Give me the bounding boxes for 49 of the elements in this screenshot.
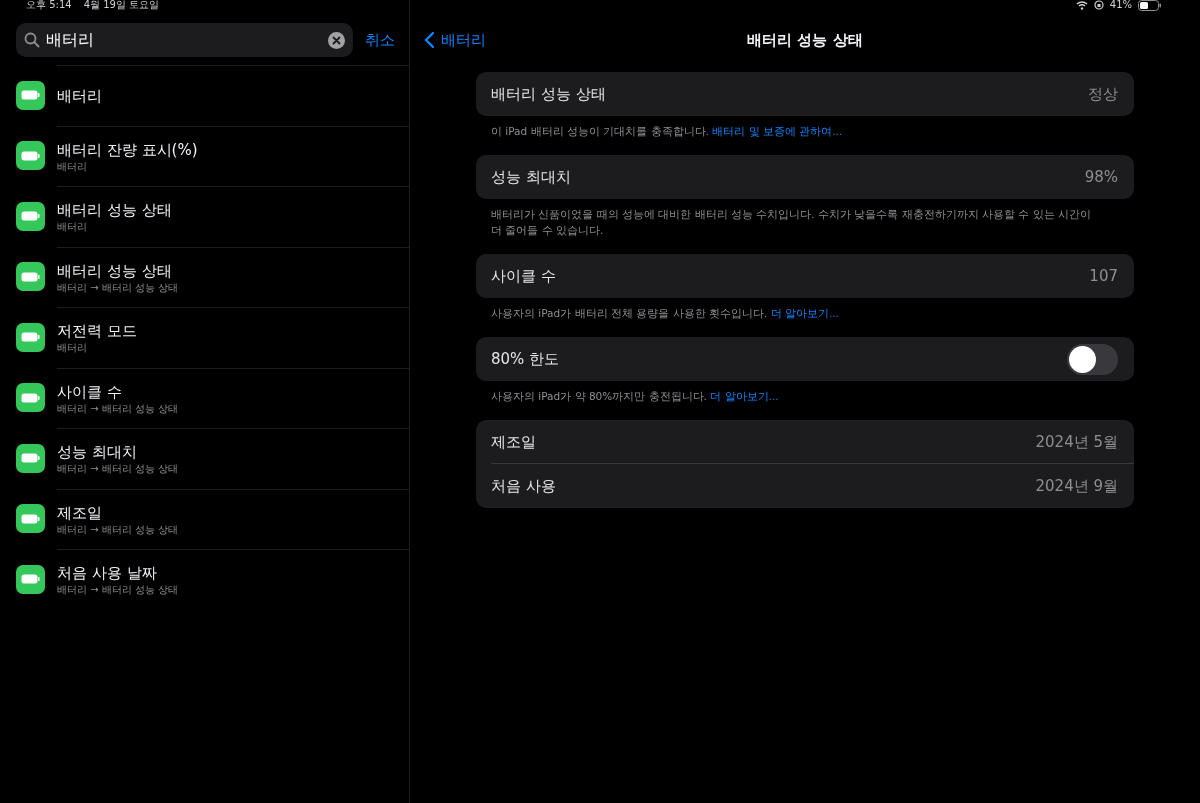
cancel-button[interactable]: 취소 — [365, 28, 395, 52]
row-label: 처음 사용 — [491, 475, 556, 497]
row-label: 사이클 수 — [491, 265, 556, 287]
battery-app-icon — [16, 564, 45, 594]
page-title: 배터리 성능 상태 — [747, 29, 863, 51]
wifi-icon — [1075, 0, 1088, 10]
battery-app-icon — [16, 141, 45, 171]
toggle-switch[interactable] — [1067, 343, 1118, 375]
learn-more-link[interactable]: 더 알아보기... — [710, 390, 779, 402]
search-result-item[interactable]: 성능 최대치 배터리 → 배터리 성능 상태 — [57, 428, 409, 489]
row-value: 2024년 9월 — [1035, 475, 1118, 497]
group-footer-text: 사용자의 iPad가 배터리 전체 용량을 사용한 횟수입니다. 더 알아보기... — [490, 306, 840, 321]
battery-percent: 41% — [1109, 0, 1132, 10]
status-date: 4월 19일 토요일 — [83, 0, 160, 10]
search-result-item[interactable]: 배터리 성능 상태 배터리 → 배터리 성능 상태 — [57, 246, 409, 307]
search-result-item[interactable]: 처음 사용 날짜 배터리 → 배터리 성능 상태 — [57, 549, 409, 610]
battery-app-icon — [16, 80, 45, 110]
battery-app-icon — [16, 322, 45, 352]
battery-app-icon — [16, 443, 45, 473]
search-field[interactable]: 배터리 — [16, 23, 353, 57]
battery-app-icon — [16, 201, 45, 231]
chevron-left-icon — [424, 31, 435, 49]
search-result-item[interactable]: 배터리 — [57, 65, 409, 126]
search-result-item[interactable]: 배터리 잔량 표시(%) 배터리 — [57, 125, 409, 186]
group-footer-text: 이 iPad 배터리 성능이 기대치를 충족합니다. 배터리 및 보증에 관하여... — [490, 124, 844, 139]
battery-app-icon — [16, 262, 45, 292]
search-result-item[interactable]: 사이클 수 배터리 → 배터리 성능 상태 — [57, 367, 409, 428]
battery-app-icon — [16, 383, 45, 413]
learn-more-link[interactable]: 더 알아보기... — [770, 307, 839, 319]
battery-icon — [1138, 0, 1162, 11]
search-result-item[interactable]: 배터리 성능 상태 배터리 — [57, 186, 409, 247]
row-label: 80% 한도 — [491, 348, 560, 370]
back-button[interactable]: 배터리 — [424, 28, 486, 52]
search-result-item[interactable]: 제조일 배터리 → 배터리 성능 상태 — [57, 488, 409, 549]
status-time: 오후 5:14 — [26, 0, 72, 10]
search-icon — [24, 32, 40, 48]
search-result-item[interactable]: 저전력 모드 배터리 — [57, 307, 409, 368]
row-value: 98% — [1084, 166, 1118, 188]
clear-icon[interactable] — [328, 31, 345, 49]
row-value: 107 — [1089, 265, 1118, 287]
group-footer-text: 배터리가 신품이었을 때의 성능에 대비한 배터리 성능 수치입니다. 수치가 낮을수록 재충전하기까지 사용할 수 있는 시간이 더 줄어들 수 있습니다. — [490, 207, 1093, 238]
row-label: 제조일 — [491, 431, 536, 453]
row-value: 2024년 5월 — [1035, 431, 1118, 453]
learn-more-link[interactable]: 배터리 및 보증에 관하여... — [712, 125, 843, 137]
row-label: 배터리 성능 상태 — [491, 83, 606, 105]
row-value: 정상 — [1088, 83, 1118, 105]
group-footer-text: 사용자의 iPad가 약 80%까지만 충전됩니다. 더 알아보기... — [490, 389, 780, 404]
row-label: 성능 최대치 — [491, 166, 571, 188]
battery-app-icon — [16, 504, 45, 534]
